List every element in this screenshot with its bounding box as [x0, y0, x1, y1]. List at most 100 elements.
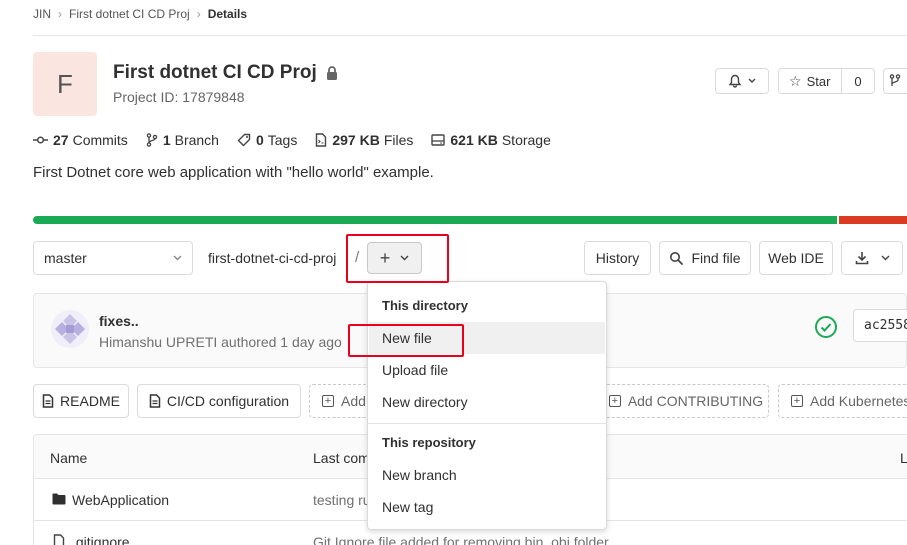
project-avatar-letter: F — [57, 68, 73, 99]
tag-icon — [237, 133, 251, 147]
storage-label: Storage — [501, 132, 551, 148]
dropdown-divider — [368, 423, 606, 424]
storage-stat: 621 KB Storage — [431, 132, 551, 148]
cicd-configuration-label: CI/CD configuration — [166, 393, 290, 409]
files-stat[interactable]: 297 KB Files — [315, 132, 413, 148]
branches-count: 1 — [162, 132, 171, 148]
pipeline-status[interactable] — [814, 315, 838, 344]
breadcrumb-current[interactable]: Details — [208, 7, 247, 21]
project-avatar: F — [33, 52, 97, 116]
file-text-icon — [42, 394, 54, 408]
tags-stat[interactable]: 0 Tags — [237, 132, 297, 148]
file-name[interactable]: .gitignore — [72, 534, 130, 545]
chevron-down-icon — [748, 78, 756, 84]
chevron-down-icon — [881, 255, 890, 261]
commit-sha-value: ac2558 — [864, 318, 907, 333]
dropdown-item-upload-file[interactable]: Upload file — [369, 354, 605, 386]
branch-icon — [146, 133, 158, 147]
history-label: History — [595, 250, 640, 266]
project-stats: 27 Commits 1 Branch 0 Tags 297 KB Files … — [33, 132, 569, 148]
add-contributing-button[interactable]: + Add CONTRIBUTING — [603, 384, 769, 418]
hard-drive-icon — [431, 134, 446, 146]
file-name[interactable]: WebApplication — [72, 492, 169, 508]
find-file-button[interactable]: Find file — [659, 241, 751, 275]
lock-icon — [326, 66, 338, 80]
add-kubernetes-button[interactable]: + Add Kubernetes — [778, 384, 907, 418]
file-commit-message[interactable]: testing ru — [313, 492, 371, 508]
plus-square-icon: + — [791, 395, 803, 407]
files-label: Files — [383, 132, 414, 148]
cicd-configuration-button[interactable]: CI/CD configuration — [137, 384, 301, 418]
notifications-button[interactable] — [715, 68, 769, 94]
repository-language-bar[interactable] — [33, 216, 907, 224]
add-to-tree-dropdown: This directory New file Upload file New … — [367, 281, 607, 530]
branch-selector[interactable]: master — [33, 241, 193, 275]
file-icon — [315, 133, 327, 147]
bell-icon — [728, 74, 742, 88]
check-circle-icon — [815, 316, 837, 338]
chevron-down-icon — [400, 255, 409, 261]
commits-count: 27 — [53, 132, 69, 148]
project-id: Project ID: 17879848 — [113, 89, 245, 105]
chevron-right-icon: › — [196, 7, 201, 21]
files-size: 297 KB — [332, 132, 380, 148]
project-description: First Dotnet core web application with "… — [33, 164, 434, 181]
breadcrumb-group[interactable]: JIN — [33, 7, 51, 21]
readme-button[interactable]: README — [33, 384, 129, 418]
download-icon — [855, 251, 869, 265]
repo-path[interactable]: first-dotnet-ci-cd-proj — [208, 250, 336, 266]
project-title-row: First dotnet CI CD Proj — [113, 62, 338, 84]
chevron-down-icon — [173, 255, 182, 261]
header-last-update: L — [900, 450, 907, 466]
dropdown-item-new-file[interactable]: New file — [369, 322, 605, 354]
folder-icon — [52, 493, 66, 505]
add-kubernetes-label: Add Kubernetes — [810, 393, 907, 409]
add-contributing-label: Add CONTRIBUTING — [627, 393, 764, 409]
star-label: Star — [806, 73, 831, 89]
header-last-commit: Last com — [313, 450, 370, 466]
breadcrumb-project[interactable]: First dotnet CI CD Proj — [69, 7, 190, 21]
chevron-right-icon: › — [58, 7, 62, 21]
dropdown-item-new-branch[interactable]: New branch — [369, 459, 605, 491]
language-bar-primary — [33, 216, 838, 224]
branches-label: Branch — [174, 132, 219, 148]
add-file-label: Add — [341, 393, 366, 409]
star-icon: ☆ — [789, 72, 802, 89]
search-icon — [669, 251, 684, 265]
dropdown-section-this-directory: This directory — [382, 298, 468, 313]
star-count-value: 0 — [854, 73, 862, 89]
file-icon — [53, 534, 65, 545]
author-avatar[interactable] — [51, 310, 89, 348]
plus-square-icon: + — [608, 395, 621, 407]
dropdown-item-new-tag[interactable]: New tag — [369, 491, 605, 523]
storage-size: 621 KB — [450, 132, 498, 148]
dropdown-section-this-repository: This repository — [382, 435, 476, 450]
history-button[interactable]: History — [584, 241, 651, 275]
commits-label: Commits — [72, 132, 128, 148]
find-file-label: Find file — [691, 250, 741, 266]
branch-name: master — [44, 250, 87, 266]
project-title[interactable]: First dotnet CI CD Proj — [113, 62, 317, 84]
dropdown-item-new-directory[interactable]: New directory — [369, 386, 605, 418]
download-button[interactable] — [841, 241, 903, 275]
readme-label: README — [60, 393, 120, 409]
commit-icon — [33, 135, 48, 145]
commit-author-line: Himanshu UPRETI authored 1 day ago — [99, 334, 342, 350]
breadcrumb: JIN › First dotnet CI CD Proj › Details — [33, 6, 247, 22]
breadcrumb-divider — [33, 35, 907, 36]
add-to-tree-button[interactable]: + — [367, 242, 422, 274]
file-commit-message[interactable]: Git Ignore file added for removing bin, … — [313, 534, 609, 545]
header-name: Name — [50, 450, 88, 466]
commits-stat[interactable]: 27 Commits — [33, 132, 128, 148]
commit-message[interactable]: fixes.. — [99, 313, 139, 329]
language-bar-secondary — [839, 216, 907, 224]
fork-button[interactable] — [883, 68, 907, 94]
web-ide-label: Web IDE — [768, 250, 824, 266]
star-button[interactable]: ☆ Star — [778, 68, 842, 94]
web-ide-button[interactable]: Web IDE — [759, 241, 833, 275]
path-separator: / — [355, 249, 360, 266]
commit-sha[interactable]: ac2558 — [853, 309, 907, 342]
file-text-icon — [149, 394, 161, 408]
star-count[interactable]: 0 — [841, 68, 875, 94]
branches-stat[interactable]: 1 Branch — [146, 132, 219, 148]
